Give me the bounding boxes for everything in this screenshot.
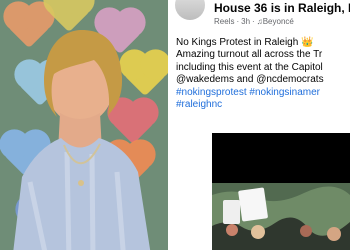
- hashtags-line-1[interactable]: #nokingsprotest #nokingsinamer: [176, 87, 350, 99]
- post-text: No Kings Protest in Raleigh 👑 Amazing tu…: [176, 37, 350, 111]
- post-type[interactable]: Reels: [214, 17, 234, 26]
- post-author-line[interactable]: House 36 is in Raleigh, NC: [214, 1, 350, 15]
- post-line-2: Amazing turnout all across the Tr: [176, 49, 323, 61]
- music-label[interactable]: ♫Beyoncé: [257, 17, 294, 26]
- facebook-post: House 36 is in Raleigh, NC Reels · 3h · …: [168, 0, 350, 250]
- post-meta: Reels · 3h · ♫Beyoncé: [214, 17, 294, 26]
- reel-video[interactable]: [212, 133, 350, 250]
- meta-separator: ·: [236, 17, 240, 26]
- post-line-1: No Kings Protest in Raleigh 👑: [176, 37, 314, 48]
- profile-photo: [0, 0, 168, 250]
- post-time[interactable]: 3h: [241, 17, 250, 26]
- hashtags-line-2[interactable]: #raleighnc: [176, 99, 350, 111]
- video-scene: [212, 183, 350, 250]
- person-silhouette: [13, 30, 151, 250]
- post-line-3: including this event at the Capitol: [176, 61, 323, 73]
- post-mentions: @wakedems and @ncdemocrats: [176, 74, 324, 86]
- avatar[interactable]: [175, 0, 205, 20]
- crowd-scene: [212, 183, 350, 250]
- meta-separator: ·: [252, 17, 255, 26]
